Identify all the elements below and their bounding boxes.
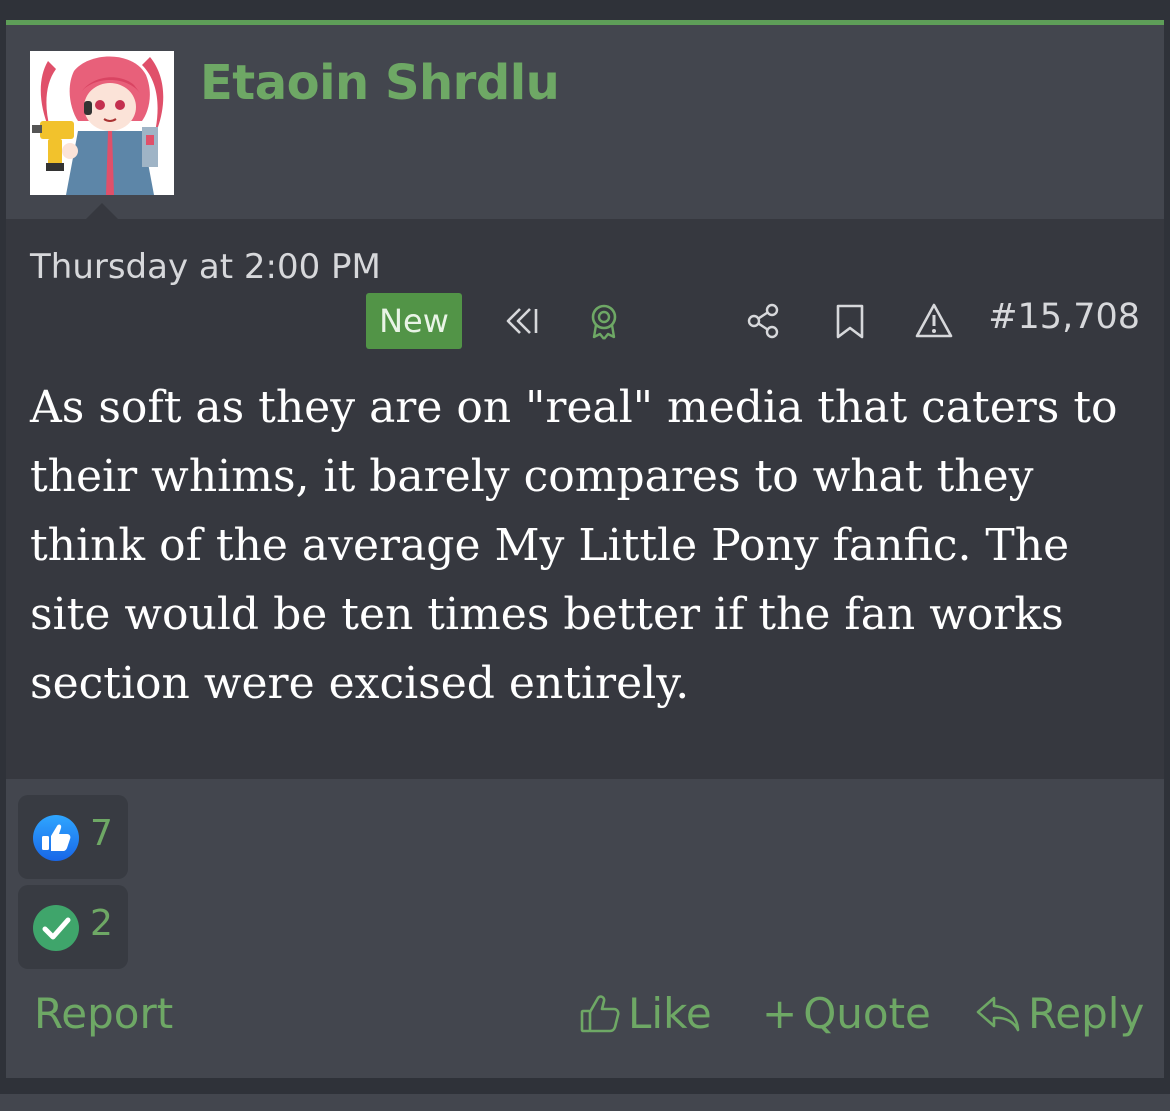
reply-button[interactable]: Reply (974, 989, 1144, 1038)
thumbs-up-outline-icon (580, 994, 620, 1032)
new-badge: New (366, 293, 462, 349)
rewind-icon[interactable] (502, 301, 542, 341)
post-header: Etaoin Shrdlu (6, 25, 1164, 219)
quote-button[interactable]: + Quote (762, 989, 931, 1038)
quote-label: Quote (803, 989, 931, 1038)
reply-icon (976, 996, 1020, 1031)
avatar-image (30, 51, 174, 195)
reply-label: Reply (1028, 989, 1145, 1038)
report-label: Report (34, 989, 174, 1038)
warning-icon[interactable] (914, 301, 954, 341)
reaction-like-count: 7 (90, 813, 113, 854)
share-icon[interactable] (744, 301, 784, 341)
plus-icon: + (762, 989, 798, 1038)
post-date[interactable]: Thursday at 2:00 PM (30, 247, 381, 287)
like-label: Like (628, 989, 712, 1038)
report-link[interactable]: Report (34, 989, 173, 1038)
thumbs-up-icon (33, 815, 79, 861)
reaction-agree-count: 2 (90, 903, 113, 944)
like-button[interactable]: Like (578, 989, 712, 1038)
award-icon[interactable] (584, 301, 624, 341)
post-number-link[interactable]: #15,708 (988, 297, 1140, 337)
next-post-edge (0, 1094, 1170, 1111)
reaction-like[interactable]: 7 (18, 795, 128, 879)
username-link[interactable]: Etaoin Shrdlu (200, 55, 560, 111)
post-body: Thursday at 2:00 PM New #15,708 As soft … (6, 203, 1164, 779)
avatar[interactable] (30, 51, 174, 195)
post-toolbar: New #15,708 (6, 291, 1164, 349)
avatar-pointer (86, 203, 118, 219)
forum-post: Etaoin Shrdlu Thursday at 2:00 PM New #1… (6, 20, 1164, 1078)
post-footer: 7 2 Report Like + Quote Reply (6, 779, 1164, 1078)
check-icon (33, 905, 79, 951)
bookmark-icon[interactable] (830, 301, 870, 341)
post-message: As soft as they are on "real" media that… (30, 382, 1118, 709)
reaction-agree[interactable]: 2 (18, 885, 128, 969)
